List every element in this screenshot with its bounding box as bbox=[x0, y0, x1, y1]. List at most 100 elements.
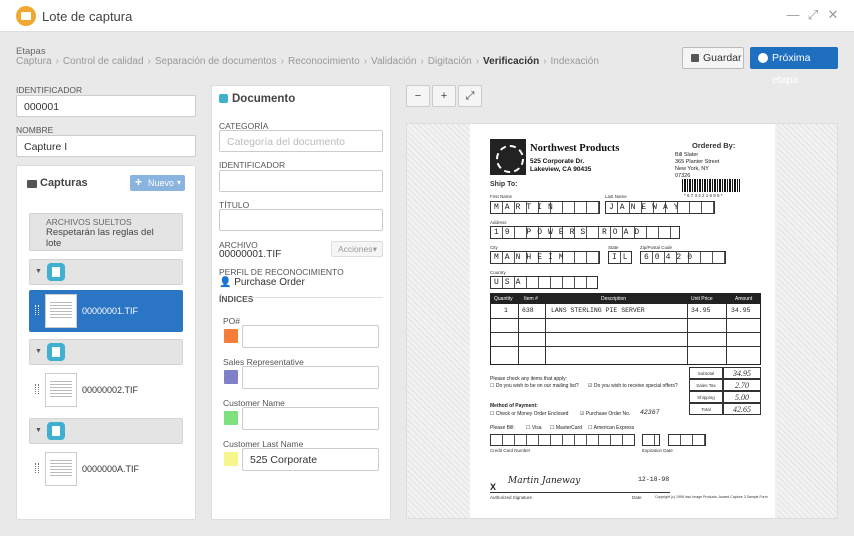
total-label: Total bbox=[689, 403, 723, 415]
th-unit: Unit Price bbox=[691, 296, 713, 302]
caret-down-icon[interactable]: ▼ bbox=[35, 348, 42, 355]
user-icon: 👤 bbox=[219, 277, 232, 288]
document-group[interactable]: ▼ bbox=[29, 418, 183, 444]
document-group[interactable]: ▼ bbox=[29, 339, 183, 365]
doc-country-label: Country bbox=[490, 270, 506, 275]
doc-first-name: MARTIN bbox=[490, 201, 600, 214]
indices-label: ÍNDICES bbox=[219, 294, 254, 304]
file-item[interactable]: 00000001.TIF bbox=[29, 290, 183, 332]
col-line bbox=[545, 304, 546, 364]
minimize-icon[interactable]: — bbox=[786, 8, 800, 22]
index-input-sales-rep[interactable] bbox=[242, 366, 379, 389]
order-table-header: Quantity Item # Description Unit Price A… bbox=[491, 294, 760, 304]
doc-ord-city: New York, NY bbox=[675, 166, 709, 172]
doc-amex: ☐ American Express bbox=[588, 425, 635, 431]
drag-handle-icon[interactable] bbox=[35, 384, 39, 394]
zoom-in-icon[interactable]: + bbox=[432, 85, 456, 107]
doc-exp-month bbox=[642, 434, 660, 446]
stage-5[interactable]: Digitación bbox=[428, 56, 472, 67]
identificador-label: IDENTIFICADOR bbox=[16, 85, 83, 95]
doc-po-value: 42367 bbox=[640, 409, 660, 416]
save-button[interactable]: Guardar bbox=[682, 47, 744, 69]
tax-label: Sales Tax bbox=[689, 379, 723, 391]
barcode bbox=[682, 179, 740, 192]
doc-cc-boxes bbox=[490, 434, 635, 446]
th-desc: Description bbox=[601, 296, 627, 302]
loose-files-group[interactable]: ARCHIVOS SUELTOS Respetarán las reglas d… bbox=[29, 213, 183, 251]
fit-screen-icon[interactable]: ⤢ bbox=[458, 85, 482, 107]
stage-4[interactable]: Validación bbox=[371, 56, 416, 67]
stage-3[interactable]: Reconocimiento bbox=[288, 56, 360, 67]
row-amount: 34.95 bbox=[731, 307, 751, 314]
maximize-icon[interactable]: ⤢ bbox=[806, 8, 820, 22]
chevron-right-icon: › bbox=[543, 56, 547, 67]
zoom-out-icon[interactable]: − bbox=[406, 85, 430, 107]
doc-company: Northwest Products bbox=[530, 143, 620, 154]
acciones-dropdown[interactable]: Acciones bbox=[331, 241, 383, 257]
viewer-margin-right bbox=[777, 124, 837, 518]
drag-handle-icon[interactable] bbox=[35, 463, 39, 473]
tax-value: 2.70 bbox=[723, 379, 761, 391]
doc-date-value: 12-18-98 bbox=[638, 476, 670, 483]
document-group[interactable]: ▼ bbox=[29, 259, 183, 285]
stage-1[interactable]: Control de calidad bbox=[63, 56, 144, 67]
file-item[interactable]: 00000002.TIF bbox=[29, 369, 183, 411]
caret-down-icon[interactable]: ▼ bbox=[35, 427, 42, 434]
doc-zip: 60420 bbox=[640, 251, 726, 264]
identificador-input[interactable]: 000001 bbox=[16, 95, 196, 117]
file-name: 0000000A.TIF bbox=[82, 464, 140, 474]
new-capture-button[interactable]: Nuevo bbox=[130, 174, 185, 191]
indices-divider bbox=[245, 297, 383, 298]
row-line bbox=[491, 332, 760, 333]
doc-payment-label: Method of Payment: bbox=[490, 403, 538, 409]
doc-last-name: JANEWAY bbox=[605, 201, 715, 214]
stages-breadcrumb: Captura › Control de calidad › Separación de… bbox=[16, 56, 599, 67]
shipping-value: 5.00 bbox=[723, 391, 761, 403]
doc-cc-label: Credit Card Number bbox=[490, 448, 531, 453]
close-icon[interactable]: ✕ bbox=[826, 8, 840, 22]
index-input-customer-last-name[interactable]: 525 Corporate bbox=[242, 448, 379, 471]
loose-files-text: Respetarán las reglas del lote bbox=[46, 227, 154, 249]
window-title: Lote de captura bbox=[42, 9, 133, 24]
categoria-input[interactable]: Categoría del documento bbox=[219, 130, 383, 152]
row-desc: LANS STERLING PIE SERVER bbox=[551, 307, 645, 314]
index-color-swatch bbox=[224, 329, 238, 343]
doc-offers: ☑ Do you wish to receive special offers? bbox=[588, 383, 678, 389]
doc-addr2: Lakeview, CA 90435 bbox=[530, 166, 592, 173]
doc-city-label: City bbox=[490, 245, 498, 250]
stage-6[interactable]: Verificación bbox=[483, 56, 539, 67]
perfil-value-text: Purchase Order bbox=[234, 277, 305, 288]
file-thumbnail bbox=[45, 294, 77, 328]
doc-identificador-input[interactable] bbox=[219, 170, 383, 192]
drag-handle-icon[interactable] bbox=[35, 305, 39, 315]
doc-last-name-label: Last Name bbox=[605, 194, 627, 199]
chevron-right-icon: › bbox=[475, 56, 480, 67]
doc-pay-po: ☑ Purchase Order No. bbox=[580, 411, 631, 417]
file-thumbnail bbox=[45, 373, 77, 407]
doc-exp-label: Expiration Date bbox=[642, 448, 673, 453]
archivo-value: 00000001.TIF bbox=[219, 249, 282, 260]
stage-2[interactable]: Separación de documentos bbox=[155, 56, 277, 67]
doc-mastercard: ☐ MasterCard bbox=[550, 425, 582, 431]
titulo-input[interactable] bbox=[219, 209, 383, 231]
index-color-swatch bbox=[224, 411, 238, 425]
doc-addr1: 525 Corporate Dr. bbox=[530, 158, 585, 165]
stage-0[interactable]: Captura bbox=[16, 56, 52, 67]
file-item[interactable]: 0000000A.TIF bbox=[29, 448, 183, 490]
doc-zip-label: Zip/Postal Code bbox=[640, 245, 673, 250]
document-icon bbox=[47, 343, 65, 361]
doc-mailing: ☐ Do you wish to be on our mailing list? bbox=[490, 383, 579, 389]
caret-down-icon[interactable]: ▼ bbox=[35, 268, 42, 275]
nombre-label: NOMBRE bbox=[16, 125, 54, 135]
next-stage-button[interactable]: Próxima etapa bbox=[750, 47, 838, 86]
scanned-page: Northwest Products 525 Corporate Dr. Lak… bbox=[470, 124, 775, 518]
doc-ship-to: Ship To: bbox=[490, 181, 518, 188]
stage-7[interactable]: Indexación bbox=[551, 56, 599, 67]
index-input-po[interactable] bbox=[242, 325, 379, 348]
index-label-po: PO# bbox=[223, 316, 241, 326]
doc-mastercard-text: MasterCard bbox=[555, 425, 582, 431]
document-viewer[interactable]: Northwest Products 525 Corporate Dr. Lak… bbox=[406, 123, 838, 519]
index-color-swatch bbox=[224, 370, 238, 384]
index-input-customer-name[interactable] bbox=[242, 407, 379, 430]
nombre-input[interactable]: Capture I bbox=[16, 135, 196, 157]
